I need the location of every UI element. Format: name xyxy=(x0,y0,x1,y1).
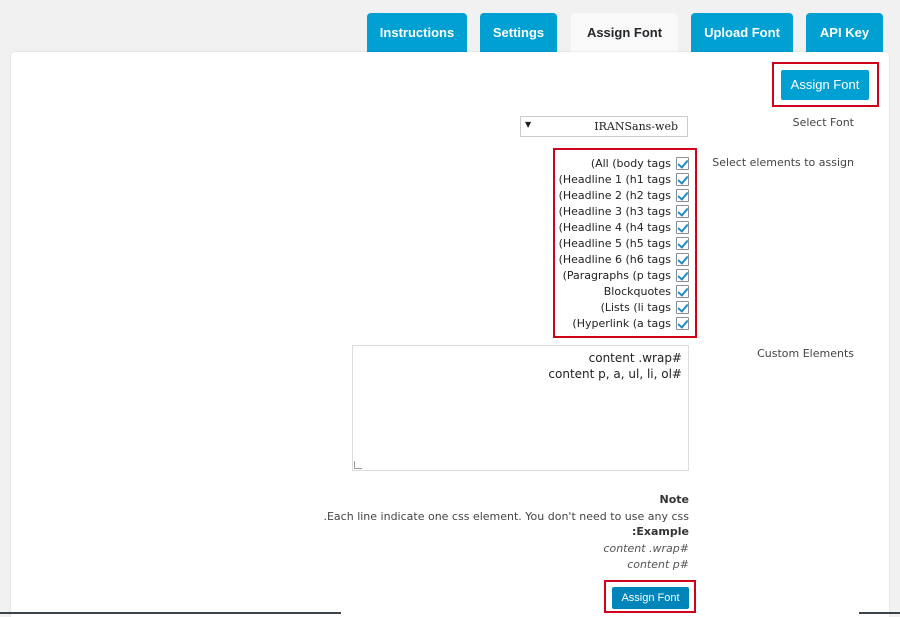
resize-handle-icon[interactable] xyxy=(354,461,362,469)
example-title: :Example xyxy=(632,525,689,538)
custom-elements-label: Custom Elements xyxy=(757,347,854,360)
assign-font-button-top[interactable]: Assign Font xyxy=(781,70,869,100)
checkbox-label: (All (body tags xyxy=(590,156,671,170)
checkbox[interactable] xyxy=(676,172,689,186)
checkbox-label: (Headline 5 (h5 tags xyxy=(558,236,671,250)
checkbox-label: (Headline 1 (h1 tags xyxy=(558,172,671,186)
checkbox-label: Blockquotes xyxy=(603,284,671,298)
checkbox-label: (Headline 3 (h3 tags xyxy=(558,204,671,218)
checkbox-row-h3[interactable]: (Headline 3 (h3 tags xyxy=(559,203,689,219)
checkbox-label: (Headline 6 (h6 tags xyxy=(558,252,671,266)
textarea-line: content p, a, ul, li, ol# xyxy=(548,367,682,381)
checkbox[interactable] xyxy=(676,188,689,202)
select-elements-label: Select elements to assign xyxy=(712,156,854,169)
checkbox-row-paragraphs[interactable]: (Paragraphs (p tags xyxy=(563,267,689,283)
checkbox[interactable] xyxy=(676,252,689,266)
checkbox-row-h1[interactable]: (Headline 1 (h1 tags xyxy=(559,171,689,187)
checkbox-row-h6[interactable]: (Headline 6 (h6 tags xyxy=(559,251,689,267)
tab-upload-font[interactable]: Upload Font xyxy=(691,13,793,53)
note-text: .Each line indicate one css element. You… xyxy=(323,510,689,523)
checkbox[interactable] xyxy=(676,284,689,298)
textarea-line: content .wrap# xyxy=(588,351,682,365)
tab-assign-font[interactable]: Assign Font xyxy=(571,13,678,53)
checkbox-row-h2[interactable]: (Headline 2 (h2 tags xyxy=(559,187,689,203)
example-line: content .wrap# xyxy=(603,542,689,555)
note-title: Note xyxy=(659,493,689,506)
font-select-value: IRANSans-web xyxy=(594,120,678,133)
checkbox-row-h4[interactable]: (Headline 4 (h4 tags xyxy=(559,219,689,235)
content-area-bottom xyxy=(341,600,859,617)
checkbox[interactable] xyxy=(676,220,689,234)
checkbox-label: (Headline 2 (h2 tags xyxy=(558,188,671,202)
assign-font-button-bottom[interactable]: Assign Font xyxy=(612,587,689,609)
tab-api-key[interactable]: API Key xyxy=(806,13,883,53)
checkbox-row-blockquotes[interactable]: Blockquotes xyxy=(604,283,689,299)
checkbox[interactable] xyxy=(676,268,689,282)
checkbox[interactable] xyxy=(676,236,689,250)
checkbox[interactable] xyxy=(676,204,689,218)
checkbox-label: (Lists (li tags xyxy=(600,300,671,314)
select-font-label: Select Font xyxy=(792,116,854,129)
checkbox-label: (Hyperlink (a tags xyxy=(572,316,671,330)
checkbox[interactable] xyxy=(676,156,689,170)
custom-elements-textarea[interactable]: content .wrap# content p, a, ul, li, ol# xyxy=(352,345,689,471)
font-select[interactable]: ▼ IRANSans-web xyxy=(520,116,688,137)
settings-panel xyxy=(11,52,889,617)
tab-instructions[interactable]: Instructions xyxy=(367,13,467,53)
tab-settings[interactable]: Settings xyxy=(480,13,557,53)
checkbox-row-all[interactable]: (All (body tags xyxy=(591,155,689,171)
example-line: content p# xyxy=(627,558,689,571)
checkbox-label: (Headline 4 (h4 tags xyxy=(558,220,671,234)
checkbox[interactable] xyxy=(676,300,689,314)
dropdown-arrow-icon: ▼ xyxy=(525,120,532,129)
tab-bar: Instructions Settings Assign Font Upload… xyxy=(0,13,900,53)
checkbox-row-h5[interactable]: (Headline 5 (h5 tags xyxy=(559,235,689,251)
checkbox[interactable] xyxy=(676,316,689,330)
checkbox-row-lists[interactable]: (Lists (li tags xyxy=(601,299,689,315)
checkbox-row-hyperlink[interactable]: (Hyperlink (a tags xyxy=(572,315,689,331)
checkbox-label: (Paragraphs (p tags xyxy=(562,268,671,282)
